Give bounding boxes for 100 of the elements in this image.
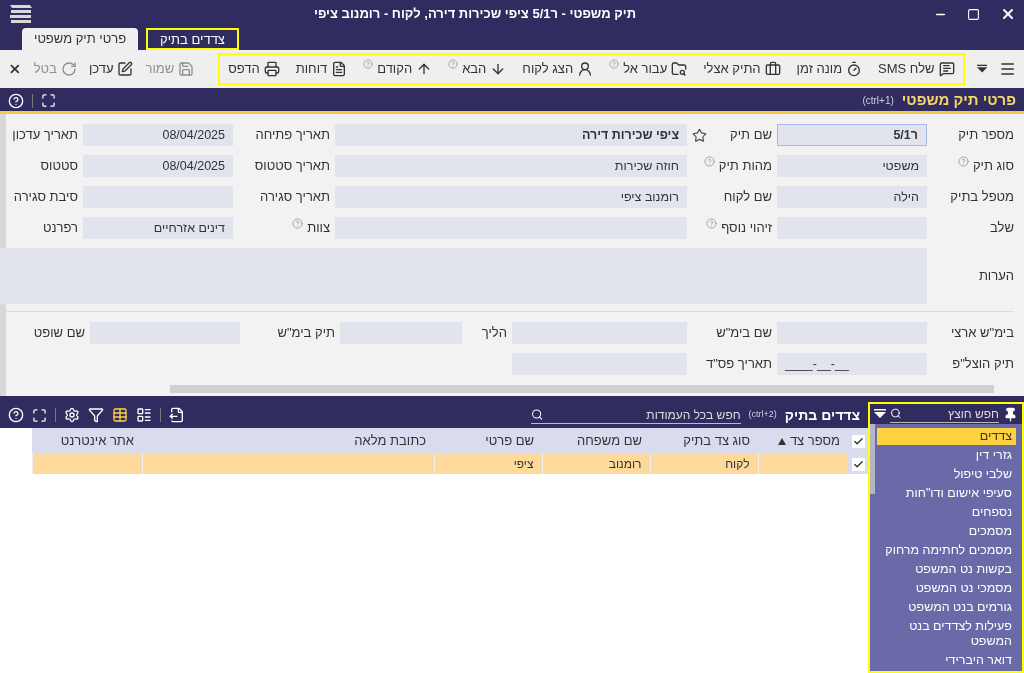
toolbar-button[interactable]: שלח SMS bbox=[878, 59, 955, 79]
toolbar-button[interactable]: מונה זמן bbox=[796, 59, 863, 79]
column-header[interactable]: אתר אינטרנט bbox=[32, 428, 142, 454]
column-header[interactable]: שם משפחה bbox=[542, 428, 650, 454]
input-field[interactable]: 08/04/2025 bbox=[83, 155, 233, 177]
column-header[interactable]: שם פרטי bbox=[434, 428, 542, 454]
input-field[interactable]: ר5/1 bbox=[777, 124, 927, 146]
sort-arrow-icon bbox=[777, 438, 786, 446]
tab-list-item[interactable]: מסמכי נט המשפט bbox=[877, 580, 1016, 597]
help-icon[interactable] bbox=[8, 92, 24, 109]
field-label: הליך bbox=[481, 324, 507, 343]
tab-list-item[interactable]: צדדים bbox=[877, 428, 1016, 445]
field-label: סיבת סגירה bbox=[13, 188, 78, 207]
table-cell: ציפי bbox=[513, 457, 534, 471]
field-label: תאריך סגירה bbox=[260, 188, 330, 207]
input-field[interactable]: ____-__-__ bbox=[777, 353, 927, 375]
close-icon[interactable] bbox=[1000, 6, 1016, 22]
field-label: שם לקוח bbox=[723, 188, 772, 207]
input-field[interactable]: ציפי שכירות דירה bbox=[335, 124, 687, 146]
grid-view-icon[interactable] bbox=[112, 407, 128, 423]
field-label: תאריך סטטוס bbox=[254, 157, 330, 176]
tab-list-item[interactable]: סעיפי אישום ודו"חות bbox=[877, 485, 1016, 502]
printer-icon bbox=[263, 61, 280, 77]
tab-list-item[interactable]: בקשות נט המשפט bbox=[877, 561, 1016, 578]
tab-list-item[interactable]: מסמכים bbox=[877, 523, 1016, 540]
field-label: תאריך פתיחה bbox=[255, 126, 330, 145]
toolbar-button[interactable]: הצג לקוח bbox=[522, 59, 594, 79]
horizontal-scrollbar[interactable] bbox=[170, 385, 994, 393]
list-view-icon[interactable] bbox=[136, 407, 152, 423]
person-icon bbox=[577, 61, 594, 77]
input-field[interactable]: רומנוב ציפי bbox=[335, 186, 687, 208]
tab-list-item[interactable]: פעילות לצדדים בנט המשפט bbox=[877, 618, 1016, 650]
field-label: מספר תיק bbox=[958, 126, 1014, 145]
toolbar-button[interactable]: עדכן bbox=[88, 59, 134, 79]
tab-list-item[interactable]: גורמים בנט המשפט bbox=[877, 599, 1016, 616]
field-label: שם תיק bbox=[730, 126, 772, 145]
tab-list-item[interactable]: מסמכים לחתימה מרחוק bbox=[877, 542, 1016, 559]
expand-icon[interactable] bbox=[32, 407, 47, 423]
input-field[interactable]: 08/04/2025 bbox=[83, 124, 233, 146]
field-label: סטטוס bbox=[40, 157, 78, 176]
toolbar-button[interactable]: הדפס bbox=[228, 59, 280, 79]
toolbar-button[interactable]: עבור אל bbox=[609, 59, 688, 79]
field-label: הערות bbox=[978, 267, 1014, 286]
tab-list-item[interactable]: נספחים bbox=[877, 504, 1016, 521]
books-logo-icon bbox=[8, 3, 34, 25]
checkbox[interactable] bbox=[852, 434, 865, 448]
field-label: רפרנט bbox=[43, 219, 78, 238]
field-label: צוות bbox=[307, 219, 330, 238]
maximize-icon[interactable] bbox=[967, 7, 980, 21]
search-icon bbox=[530, 408, 543, 421]
star-icon[interactable] bbox=[692, 127, 707, 143]
notes-field[interactable] bbox=[0, 248, 927, 304]
column-header[interactable]: סוג צד בתיק bbox=[650, 428, 758, 454]
input-field[interactable]: חוזה שכירות bbox=[335, 155, 687, 177]
field-label: בימ"ש ארצי bbox=[950, 324, 1014, 343]
table-cell: רומנוב bbox=[608, 457, 642, 471]
export-icon[interactable] bbox=[169, 407, 185, 423]
toolbar-button[interactable]: התיק אצלי bbox=[703, 59, 781, 79]
section-title: פרטי תיק משפטי bbox=[901, 90, 1016, 111]
help-icon[interactable] bbox=[8, 407, 24, 423]
tab-list-item[interactable]: שלבי טיפול bbox=[877, 466, 1016, 483]
window-title: תיק משפטי - ר5/1 ציפי שכירות דירה, לקוח - רומנוב ציפי bbox=[314, 5, 636, 24]
field-label: תיק בימ"ש bbox=[277, 324, 335, 343]
shortcut-hint: (ctrl+2) bbox=[748, 408, 777, 422]
input-field[interactable]: דינים אזרחיים bbox=[83, 217, 233, 239]
pin-icon[interactable] bbox=[1003, 406, 1018, 422]
field-label: שם שופט bbox=[33, 324, 85, 343]
filter-icon[interactable] bbox=[88, 407, 104, 423]
settings-icon[interactable] bbox=[64, 407, 80, 423]
column-header[interactable]: כתובת מלאה bbox=[142, 428, 434, 454]
pencil-icon bbox=[117, 61, 134, 77]
input-field[interactable]: משפטי bbox=[777, 155, 927, 177]
field-label: תיק הוצל"פ bbox=[952, 355, 1014, 374]
document-icon bbox=[331, 61, 348, 77]
table-cell: לקוח bbox=[725, 457, 750, 471]
field-label: שלב bbox=[990, 219, 1014, 238]
tab-list-item[interactable]: דואר היברידי bbox=[877, 652, 1016, 669]
field-label: סוג תיק bbox=[972, 157, 1014, 176]
search-icon bbox=[890, 407, 902, 420]
column-header[interactable]: מספר צד bbox=[758, 428, 848, 454]
toolbar-button[interactable]: הקודם bbox=[363, 59, 433, 79]
tab[interactable]: צדדים בתיק bbox=[146, 28, 239, 50]
checkbox[interactable] bbox=[852, 457, 865, 471]
input-field[interactable]: הילה bbox=[777, 186, 927, 208]
dropdown-caret-icon[interactable] bbox=[874, 409, 886, 419]
message-icon bbox=[938, 61, 955, 77]
folder-search-icon bbox=[671, 61, 688, 77]
toolbar-button[interactable]: הבא bbox=[448, 59, 507, 79]
field-label: תאריך עדכון bbox=[12, 126, 78, 145]
field-label: זיהוי נוסף bbox=[721, 219, 772, 238]
tab-list-item[interactable]: גזרי דין bbox=[877, 447, 1016, 464]
panel-title: צדדים בתיק bbox=[784, 405, 860, 425]
dropdown-caret-icon[interactable] bbox=[976, 64, 987, 74]
circular-arrow-icon bbox=[60, 61, 77, 77]
field-label: מהות תיק bbox=[718, 157, 772, 176]
field-label: מטפל בתיק bbox=[950, 188, 1014, 207]
stopwatch-icon bbox=[846, 61, 863, 77]
expand-icon[interactable] bbox=[41, 93, 56, 108]
tab[interactable]: פרטי תיק משפטי bbox=[22, 28, 139, 50]
toolbar-button[interactable]: דוחות bbox=[295, 59, 348, 79]
